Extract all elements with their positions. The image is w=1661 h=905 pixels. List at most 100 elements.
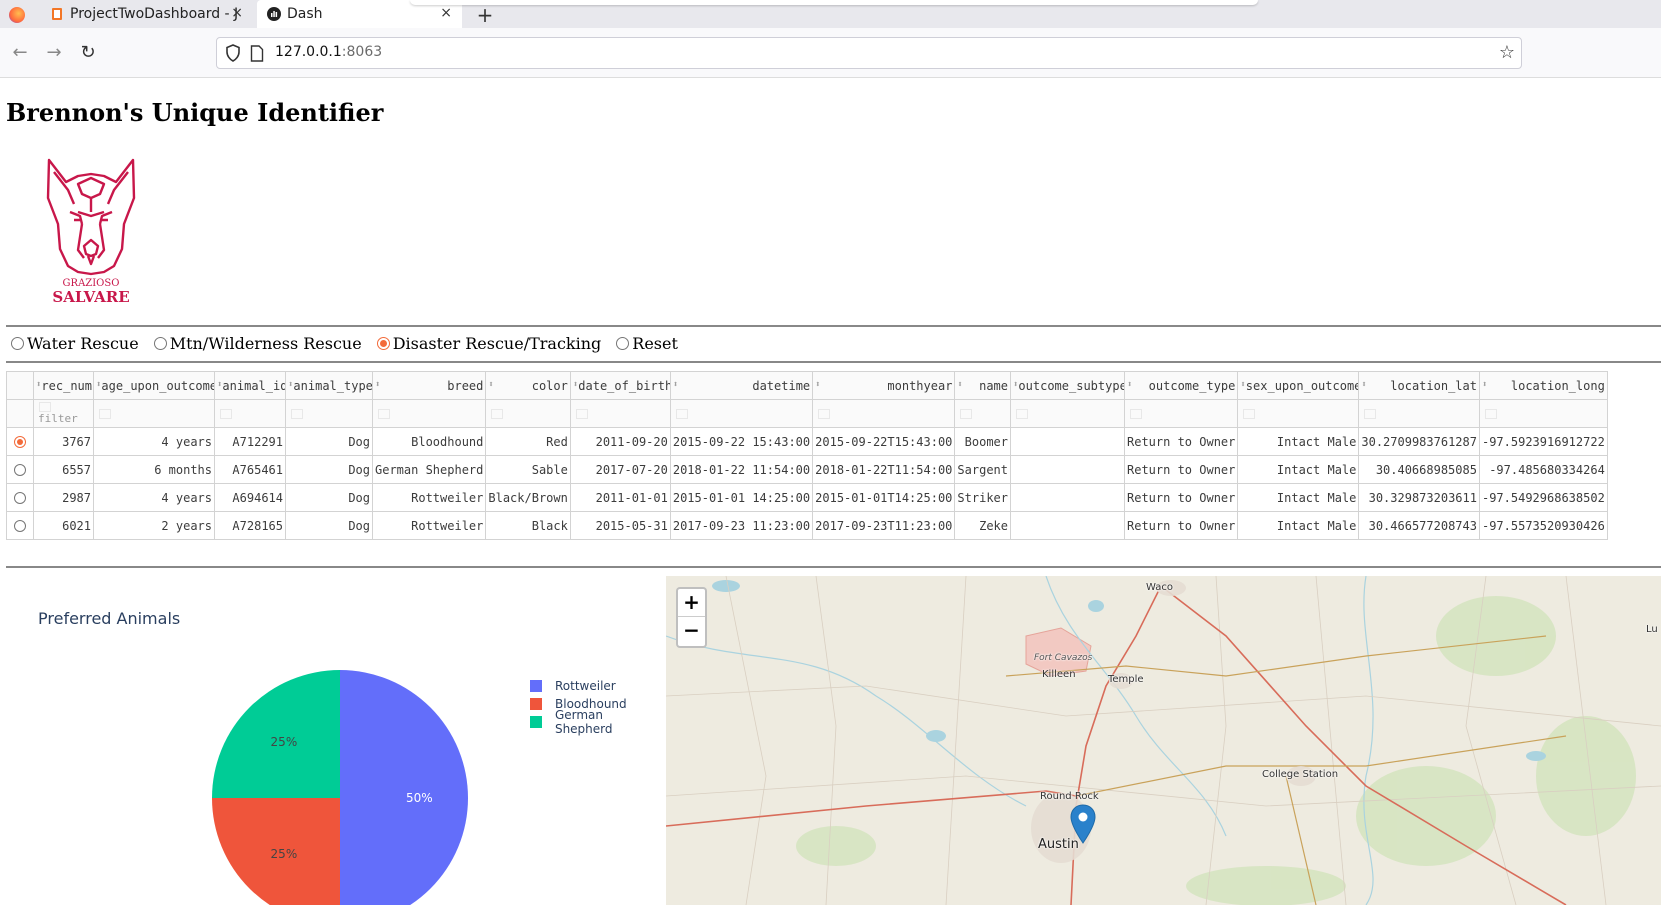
table-cell-outcome-subtype[interactable] [1010,455,1125,484]
column-header-location-lat[interactable]: ⬍ location_lat [1358,371,1480,400]
pie-slice-rottweiler[interactable] [340,670,468,905]
table-cell-age-upon-outcome[interactable]: 2 years [93,511,215,540]
column-header-sex-upon-outcome[interactable]: ⬍ sex_upon_outcome [1237,371,1360,400]
table-cell-location-long[interactable]: -97.5492968638502 [1478,483,1608,512]
radio-button[interactable] [616,337,630,350]
table-cell-color[interactable]: Black [485,511,571,540]
column-header-age-upon-outcome[interactable]: ⬍ age_upon_outcome [93,371,215,400]
table-cell-rec-num[interactable]: 3767 [33,427,94,456]
filter-input-animal-type[interactable] [285,399,373,428]
filter-checkbox[interactable] [1484,408,1497,419]
column-header-animal-id[interactable]: ⬍ animal_id [214,371,286,400]
filter-input-datetime[interactable] [669,399,814,428]
filter-checkbox[interactable] [1016,408,1028,419]
back-arrow-icon[interactable]: ← [9,42,31,64]
table-cell-outcome-type[interactable]: Return to Owner [1123,427,1239,456]
table-cell-location-lat[interactable]: 30.466577208743 [1358,511,1480,540]
table-cell-location-long[interactable]: -97.5573520930426 [1478,511,1608,540]
filter-input-name[interactable] [954,399,1011,428]
table-cell-sex-upon-outcome[interactable]: Intact Male [1237,427,1360,456]
table-cell-age-upon-outcome[interactable]: 4 years [93,427,215,456]
filter-input-monthyear[interactable] [812,399,956,428]
table-cell-breed[interactable]: German Shepherd [371,455,487,484]
firefox-icon[interactable] [9,7,25,23]
table-cell-outcome-subtype[interactable] [1010,427,1125,456]
column-header-rec-num[interactable]: ⬍ rec_num [33,371,94,400]
column-header-location-long[interactable]: ⬍ location_long [1478,371,1608,400]
table-cell-datetime[interactable]: 2017-09-23 11:23:00 [669,511,814,540]
zoom-in-button[interactable]: + [678,589,705,617]
table-cell-date-of-birth[interactable]: 2015-05-31 [569,511,671,540]
filter-input-outcome-subtype[interactable] [1010,399,1125,428]
column-header-monthyear[interactable]: ⬍ monthyear [812,371,956,400]
filter-checkbox[interactable] [39,402,51,412]
filter-checkbox[interactable] [1364,408,1377,419]
table-cell-monthyear[interactable]: 2015-09-22T15:43:00 [812,427,956,456]
table-cell-rec-num[interactable]: 2987 [33,483,94,512]
forward-arrow-icon[interactable]: → [43,42,65,64]
column-header-name[interactable]: ⬍ name [954,371,1011,400]
map-tiles[interactable] [666,576,1661,905]
filter-checkbox[interactable] [291,408,303,419]
sort-icon[interactable]: ⬍ [375,380,380,390]
close-icon[interactable]: × [231,5,243,21]
column-header-outcome-type[interactable]: ⬍ outcome_type [1123,371,1239,400]
table-row[interactable]: 2987 4 years A694614 Dog Rottweiler Black/Bro… [6,483,1608,512]
sort-icon[interactable]: ⬍ [815,380,820,390]
sort-icon[interactable]: ⬍ [1127,380,1132,390]
table-cell-outcome-type[interactable]: Return to Owner [1123,483,1239,512]
table-cell-animal-type[interactable]: Dog [285,427,373,456]
new-tab-button[interactable]: + [475,3,495,27]
table-cell-outcome-subtype[interactable] [1010,511,1125,540]
filter-input-animal-id[interactable] [214,399,286,428]
table-cell-name[interactable]: Striker [954,483,1011,512]
legend-item-german-shepherd[interactable]: German Shepherd [530,708,664,736]
radio-option-disaster-rescue-tracking[interactable]: Disaster Rescue/Tracking [374,334,601,353]
table-cell-date-of-birth[interactable]: 2011-01-01 [569,483,671,512]
table-cell-name[interactable]: Sargent [954,455,1011,484]
sort-icon[interactable]: ⬍ [1361,380,1366,390]
row-select-cell[interactable] [6,511,34,540]
filter-input-rec-num[interactable]: filter [33,399,94,428]
table-row[interactable]: 6557 6 months A765461 Dog German Shepherd Sab… [6,455,1608,484]
zoom-out-button[interactable]: − [678,617,705,645]
filter-input-breed[interactable] [371,399,487,428]
table-cell-animal-id[interactable]: A728165 [214,511,286,540]
sort-icon[interactable]: ⬍ [488,380,493,390]
filter-checkbox[interactable] [1243,408,1256,419]
table-cell-breed[interactable]: Bloodhound [371,427,487,456]
table-cell-breed[interactable]: Rottweiler [371,511,487,540]
sort-icon[interactable]: ⬍ [1482,380,1487,390]
radio-option-water-rescue[interactable]: Water Rescue [8,334,139,353]
table-cell-animal-id[interactable]: A765461 [214,455,286,484]
column-header-breed[interactable]: ⬍ breed [371,371,487,400]
table-cell-date-of-birth[interactable]: 2011-09-20 [569,427,671,456]
table-cell-location-lat[interactable]: 30.40668985085 [1358,455,1480,484]
filter-input-sex-upon-outcome[interactable] [1237,399,1360,428]
filter-checkbox[interactable] [99,408,111,419]
column-header-datetime[interactable]: ⬍ datetime [669,371,814,400]
row-select-radio[interactable] [14,436,26,448]
filter-checkbox[interactable] [1130,408,1142,419]
table-cell-datetime[interactable]: 2015-01-01 14:25:00 [669,483,814,512]
table-cell-animal-type[interactable]: Dog [285,511,373,540]
table-cell-outcome-type[interactable]: Return to Owner [1123,455,1239,484]
table-cell-age-upon-outcome[interactable]: 4 years [93,483,215,512]
row-select-cell[interactable] [6,455,34,484]
table-cell-datetime[interactable]: 2018-01-22 11:54:00 [669,455,814,484]
filter-checkbox[interactable] [818,408,831,419]
filter-input-age-upon-outcome[interactable] [93,399,215,428]
table-row[interactable]: 3767 4 years A712291 Dog Bloodhound Red 2011-0… [6,427,1608,456]
table-cell-sex-upon-outcome[interactable]: Intact Male [1237,511,1360,540]
row-select-cell[interactable] [6,427,34,456]
table-cell-name[interactable]: Boomer [954,427,1011,456]
column-header-animal-type[interactable]: ⬍ animal_type [285,371,373,400]
close-icon[interactable]: × [440,5,452,21]
table-cell-rec-num[interactable]: 6557 [33,455,94,484]
reload-icon[interactable]: ↻ [77,42,99,64]
filter-checkbox[interactable] [491,408,504,419]
table-cell-animal-type[interactable]: Dog [285,483,373,512]
table-cell-name[interactable]: Zeke [954,511,1011,540]
table-cell-monthyear[interactable]: 2017-09-23T11:23:00 [812,511,956,540]
table-cell-animal-id[interactable]: A712291 [214,427,286,456]
